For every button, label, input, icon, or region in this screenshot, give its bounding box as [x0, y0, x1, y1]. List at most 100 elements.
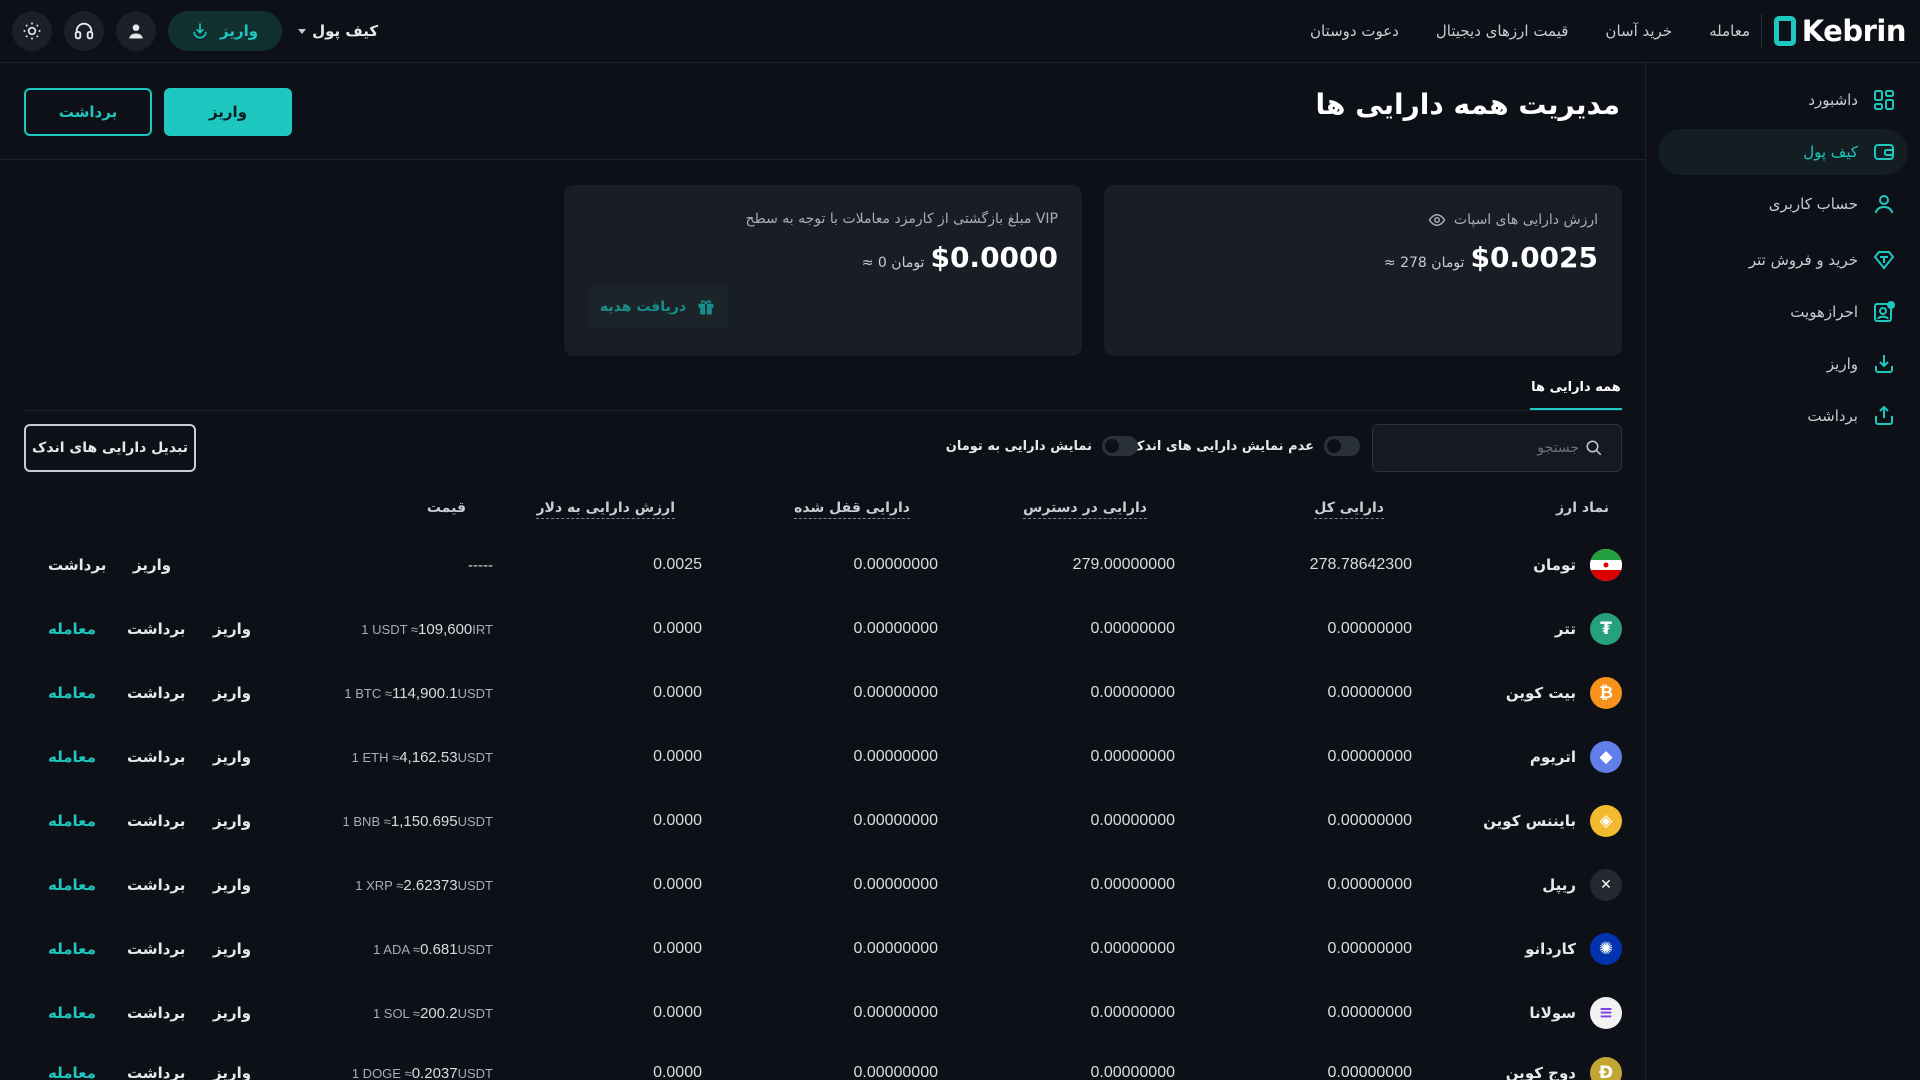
col-header-locked[interactable]: دارایی قفل شده [794, 500, 910, 519]
nav-easy-buy[interactable]: خرید آسان [1605, 22, 1672, 40]
row-locked-balance: 0.00000000 [853, 684, 938, 701]
row-coin[interactable]: ✕ ریپل [1542, 853, 1622, 917]
row-price: 1 BNB ≈ 1,150.695 USDT [343, 789, 493, 853]
sidebar-item-label: احرازهویت [1790, 303, 1858, 321]
row-trade-link[interactable]: معامله [48, 789, 96, 853]
nav-trade[interactable]: معامله [1709, 22, 1750, 40]
sidebar-item-deposit[interactable]: واریز [1658, 341, 1908, 387]
spot-assets-value: $0.0025 [1470, 241, 1598, 274]
row-available-balance: 0.00000000 [1090, 1064, 1175, 1080]
row-coin[interactable]: ◈ بایننس کوین [1483, 789, 1622, 853]
row-coin[interactable]: Ð دوج کوین [1506, 1041, 1622, 1080]
main-nav: معامله خرید آسان قیمت ارزهای دیجیتال دعو… [1310, 0, 1750, 62]
sidebar-item-wallet[interactable]: کیف پول [1658, 129, 1908, 175]
row-deposit-link[interactable]: واریز [213, 981, 251, 1045]
theme-toggle-button[interactable] [12, 11, 52, 51]
col-header-usd-value[interactable]: ارزش دارایی به دلار [536, 500, 675, 519]
row-withdraw-link[interactable]: برداشت [127, 1041, 185, 1080]
row-coin-name: دوج کوین [1505, 1064, 1576, 1080]
row-available-balance: 0.00000000 [1090, 684, 1175, 701]
brand-logo[interactable]: Kebrin [1773, 14, 1907, 48]
sidebar-item-verification[interactable]: احرازهویت [1658, 289, 1908, 335]
row-deposit-link[interactable]: واریز [213, 661, 251, 725]
top-deposit-button[interactable]: واریز [168, 11, 283, 51]
sidebar-item-tether-trade[interactable]: خرید و فروش تتر [1658, 237, 1908, 283]
search-input[interactable] [1399, 440, 1579, 456]
sidebar-item-withdraw[interactable]: برداشت [1658, 393, 1908, 439]
row-withdraw-link[interactable]: برداشت [127, 661, 185, 725]
row-trade-link[interactable]: معامله [48, 981, 96, 1045]
spot-assets-label: ارزش دارایی های اسپات [1453, 212, 1598, 228]
support-button[interactable] [64, 11, 104, 51]
row-deposit-link[interactable]: واریز [213, 853, 251, 917]
deposit-arrow-icon [193, 23, 207, 39]
sidebar-item-label: واریز [1826, 355, 1858, 373]
col-header-total[interactable]: دارایی کل [1314, 500, 1384, 519]
ethereum-icon: ◆ [1590, 741, 1622, 773]
row-deposit-link[interactable]: واریز [213, 725, 251, 789]
row-price: 1 XRP ≈ 2.62373 USDT [355, 853, 493, 917]
row-deposit-link[interactable]: واریز [213, 1041, 251, 1080]
row-usd-value: 0.0000 [653, 876, 702, 893]
row-coin[interactable]: ₿ بیت کوین [1506, 661, 1622, 725]
user-icon [129, 24, 143, 39]
row-deposit-link[interactable]: واریز [213, 597, 251, 661]
row-price: 1 BTC ≈ 114,900.1 USDT [344, 661, 493, 725]
row-withdraw-link[interactable]: برداشت [127, 597, 185, 661]
withdraw-button[interactable]: برداشت [24, 88, 152, 136]
row-price: 1 ADA ≈ 0.681 USDT [373, 917, 493, 981]
row-coin-name: تتر [1554, 620, 1576, 638]
row-trade-link[interactable]: معامله [48, 917, 96, 981]
hide-small-assets-toggle[interactable] [1324, 436, 1360, 456]
row-coin[interactable]: ₮ تتر [1555, 597, 1622, 661]
row-coin-name: ریپل [1542, 876, 1576, 894]
show-toman-toggle[interactable] [1102, 436, 1138, 456]
row-price-unit: USDT [457, 941, 493, 957]
col-header-available[interactable]: دارایی در دسترس [1023, 500, 1147, 519]
row-trade-link[interactable]: معامله [48, 1041, 96, 1080]
row-withdraw-link[interactable]: برداشت [127, 789, 185, 853]
tab-all-assets[interactable]: همه دارایی ها [1530, 380, 1622, 410]
row-withdraw-link[interactable]: برداشت [127, 725, 185, 789]
row-withdraw-link[interactable]: برداشت [48, 533, 106, 597]
dashboard-icon [1874, 90, 1894, 110]
row-coin[interactable]: ◆ اتریوم [1530, 725, 1622, 789]
page-title: مدیریت همه دارایی ها [1315, 88, 1620, 121]
row-coin[interactable]: ≡ سولانا [1529, 981, 1622, 1045]
row-trade-link[interactable]: معامله [48, 725, 96, 789]
row-withdraw-link[interactable]: برداشت [127, 917, 185, 981]
nav-crypto-prices[interactable]: قیمت ارزهای دیجیتال [1436, 22, 1569, 40]
profile-button[interactable] [116, 11, 156, 51]
nav-invite-friends[interactable]: دعوت دوستان [1310, 22, 1399, 40]
receive-gift-button[interactable]: دریافت هدیه [588, 285, 728, 329]
sidebar-item-dashboard[interactable]: داشبورد [1658, 77, 1908, 123]
deposit-button[interactable]: واریز [164, 88, 292, 136]
row-trade-link[interactable]: معامله [48, 661, 96, 725]
row-usd-value: 0.0000 [653, 748, 702, 765]
search-box [1372, 424, 1622, 472]
row-trade-link[interactable]: معامله [48, 853, 96, 917]
vip-rebate-label-row: مبلغ بازگشتی از کارمزد معاملات با توجه ب… [746, 211, 1058, 227]
row-coin[interactable]: تومان [1533, 533, 1622, 597]
row-withdraw-link[interactable]: برداشت [127, 981, 185, 1045]
row-price: 1 SOL ≈ 200.2 USDT [373, 981, 493, 1045]
eye-icon[interactable] [1428, 211, 1446, 229]
vip-rebate-equiv: ≈ 0 تومان [861, 255, 925, 271]
row-deposit-link[interactable]: واریز [133, 533, 171, 597]
convert-small-assets-button[interactable]: تبدیل دارایی های اندک [24, 424, 196, 472]
row-coin-name: بایننس کوین [1483, 812, 1576, 830]
row-deposit-link[interactable]: واریز [213, 789, 251, 853]
row-withdraw-link[interactable]: برداشت [127, 853, 185, 917]
row-trade-link[interactable]: معامله [48, 597, 96, 661]
tether-icon [1873, 251, 1895, 270]
verify-icon [1874, 301, 1895, 322]
row-available-balance: 0.00000000 [1090, 620, 1175, 637]
row-price-unit: USDT [457, 1065, 493, 1080]
sidebar-item-account[interactable]: حساب کاربری [1658, 181, 1908, 227]
wallet-dropdown[interactable]: کیف پول [298, 22, 378, 40]
table-row: ◆ اتریوم 0.00000000 0.00000000 0.0000000… [24, 725, 1622, 789]
row-price-prefix: 1 ADA ≈ [373, 941, 421, 957]
row-available-balance: 0.00000000 [1090, 940, 1175, 957]
row-deposit-link[interactable]: واریز [213, 917, 251, 981]
row-coin[interactable]: ✺ کاردانو [1525, 917, 1622, 981]
